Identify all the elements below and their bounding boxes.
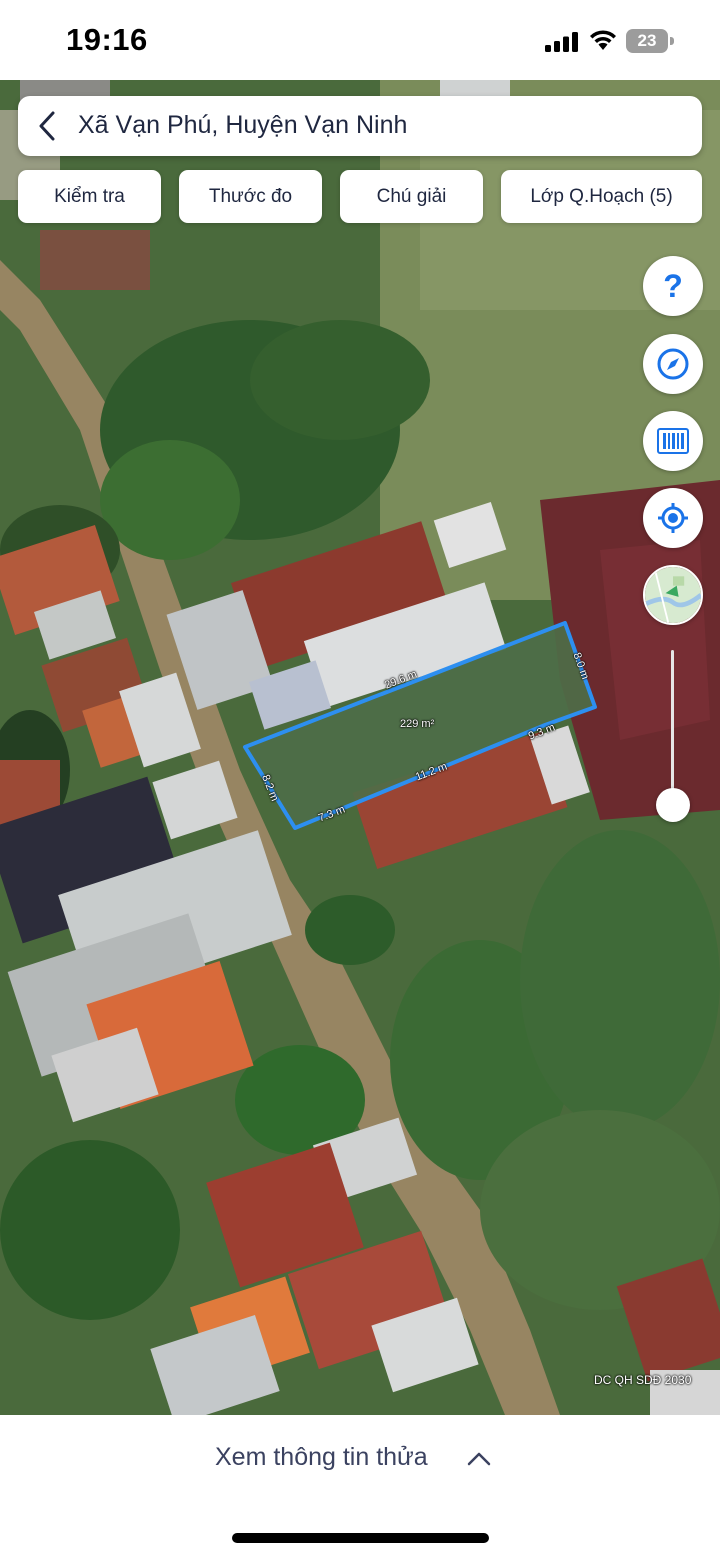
map-credit: DC QH SDĐ 2030 xyxy=(594,1373,692,1387)
planning-layers-button[interactable]: Lớp Q.Hoạch (5) xyxy=(501,170,702,223)
barcode-button[interactable] xyxy=(643,411,703,471)
locate-icon xyxy=(658,503,688,533)
home-indicator xyxy=(232,1533,489,1543)
status-time: 19:16 xyxy=(66,22,148,57)
ruler-button[interactable]: Thước đo xyxy=(179,170,322,223)
compass-icon xyxy=(657,348,689,380)
location-title: Xã Vạn Phú, Huyện Vạn Ninh xyxy=(78,111,408,139)
compass-button[interactable] xyxy=(643,334,703,394)
plot-area-label: 229 m² xyxy=(400,718,435,730)
svg-text:?: ? xyxy=(663,268,683,304)
map-imagery xyxy=(0,80,720,1415)
barcode-icon xyxy=(657,428,689,454)
battery-level: 23 xyxy=(637,31,657,50)
help-button[interactable]: ? xyxy=(643,256,703,316)
satellite-map[interactable]: 29.6 m 8.0 m 9.3 m 11.2 m 7.3 m 8.2 m 22… xyxy=(0,80,720,1415)
chevron-up-icon[interactable] xyxy=(466,1449,492,1467)
wifi-icon xyxy=(590,30,616,50)
signal-icon xyxy=(545,32,578,52)
map-layer-thumbnail[interactable] xyxy=(643,565,703,625)
parcel-info-panel[interactable]: Xem thông tin thửa xyxy=(0,1415,720,1557)
check-button[interactable]: Kiểm tra xyxy=(18,170,161,223)
parcel-info-label[interactable]: Xem thông tin thửa xyxy=(215,1443,428,1472)
location-search-bar[interactable]: Xã Vạn Phú, Huyện Vạn Ninh xyxy=(18,96,702,156)
locate-button[interactable] xyxy=(643,488,703,548)
zoom-slider-thumb[interactable] xyxy=(656,787,690,822)
chevron-left-icon[interactable] xyxy=(34,110,62,142)
battery-icon: 23 xyxy=(626,29,674,53)
legend-button[interactable]: Chú giải xyxy=(340,170,483,223)
help-icon: ? xyxy=(663,268,683,304)
status-bar: 19:16 23 xyxy=(0,0,720,80)
